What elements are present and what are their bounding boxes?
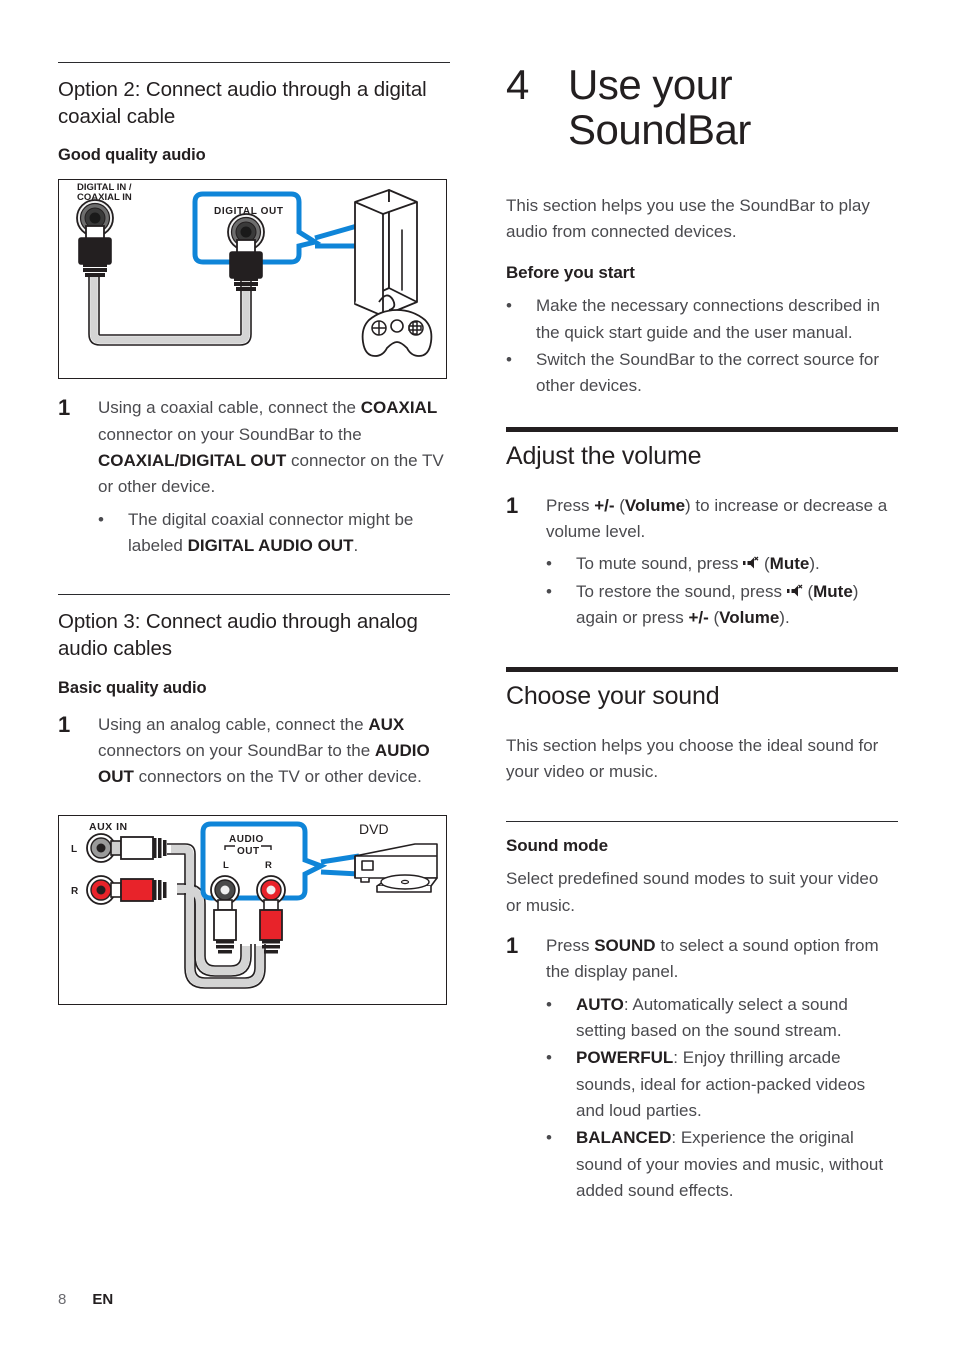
step-number: 1 [506, 932, 519, 958]
step-sound-mode-1: 1 Press SOUND to select a sound option f… [506, 933, 898, 986]
label-aux-right: R [71, 886, 79, 897]
bullet-text: The digital coaxial connector might be l… [128, 509, 414, 555]
bullet-dot-icon: • [546, 581, 552, 601]
list-item: • To mute sound, press (Mute). [546, 551, 898, 577]
label-audio-out-line2: OUT [237, 846, 260, 857]
heading-option-3: Option 3: Connect audio through analog a… [58, 610, 418, 660]
step-text: Press +/- (Volume) to increase or decrea… [546, 495, 888, 542]
list-item: • To restore the sound, press (Mute) aga… [546, 579, 898, 632]
step-volume-1: 1 Press +/- (Volume) to increase or decr… [506, 493, 898, 546]
bullet-text: Make the necessary connections described… [536, 296, 880, 342]
bullet-text: Switch the SoundBar to the correct sourc… [536, 350, 880, 396]
chapter-intro-text: This section helps you use the SoundBar … [506, 195, 870, 242]
chapter-number: 4 [506, 61, 530, 108]
figure-coaxial-connection: DIGITAL IN / COAXIAL IN DIGITAL OUT [58, 179, 447, 380]
manual-page: Option 2: Connect audio through a digita… [0, 0, 954, 1350]
label-aux-left: L [71, 844, 77, 855]
step-text: Press SOUND to select a sound option fro… [546, 935, 879, 982]
page-number: 8 [58, 1291, 67, 1308]
bullet-dot-icon: • [546, 1128, 552, 1148]
label-aux-in: AUX IN [89, 821, 128, 833]
list-item: • POWERFUL: Enjoy thrilling arcade sound… [546, 1045, 898, 1124]
list-item: • Switch the SoundBar to the correct sou… [506, 347, 898, 400]
label-audio-out-right: R [265, 860, 272, 871]
bullet-dot-icon: • [506, 350, 512, 370]
list-item: • The digital coaxial connector might be… [98, 507, 450, 560]
page-title: Use your SoundBar [568, 62, 751, 153]
heading-sound-mode: Sound mode [506, 836, 608, 856]
bullet-dot-icon: • [546, 1048, 552, 1068]
page-language: EN [92, 1291, 114, 1308]
bullet-text: To restore the sound, press (Mute) again… [576, 581, 859, 628]
label-digital-in-line2: COAXIAL IN [77, 192, 132, 203]
mute-icon [743, 556, 759, 570]
mute-icon [786, 584, 803, 598]
step-option3-1: 1 Using an analog cable, connect the AUX… [58, 712, 450, 791]
bullet-dot-icon: • [98, 509, 104, 529]
bullet-dot-icon: • [546, 554, 552, 574]
coaxial-diagram-svg: DIGITAL IN / COAXIAL IN DIGITAL OUT [76, 182, 433, 358]
chapter-title-line1: Use your [568, 61, 733, 108]
heading-adjust-the-volume: Adjust the volume [506, 441, 702, 470]
bullet-dot-icon: • [546, 994, 552, 1014]
divider-adjust-volume [506, 426, 898, 432]
step-number: 1 [506, 492, 519, 518]
caption-basic-quality-audio: Basic quality audio [58, 678, 207, 697]
list-item: • Make the necessary connections describ… [506, 293, 898, 346]
step-text: Using a coaxial cable, connect the COAXI… [98, 398, 444, 497]
right-column: 4 Use your SoundBar This section helps y… [506, 62, 898, 1205]
game-console-illustration [354, 189, 418, 318]
analog-diagram-svg: AUX IN L R AUDIO OUT L R DVD [71, 821, 438, 989]
caption-good-quality-audio: Good quality audio [58, 146, 206, 165]
label-dvd: DVD [359, 821, 389, 837]
step-number: 1 [58, 711, 71, 737]
list-item: • BALANCED: Experience the original soun… [546, 1125, 898, 1204]
label-audio-out-left: L [223, 860, 229, 871]
heading-choose-your-sound: Choose your sound [506, 681, 720, 710]
figure-analog-audio-connection: AUX IN L R AUDIO OUT L R DVD [58, 814, 447, 1005]
step-number: 1 [58, 395, 71, 421]
bullet-list-volume: • To mute sound, press (Mute). • To rest… [546, 551, 898, 631]
bullet-text: To mute sound, press (Mute). [576, 554, 820, 574]
bullet-list-option2: • The digital coaxial connector might be… [98, 507, 450, 560]
bullet-text: POWERFUL: Enjoy thrilling arcade sounds,… [576, 1048, 866, 1120]
step-text: Using an analog cable, connect the AUX c… [98, 714, 430, 787]
heading-before-you-start: Before you start [506, 263, 635, 283]
page-footer: 8 EN [58, 1291, 113, 1308]
chapter-title-line2: SoundBar [568, 106, 751, 154]
list-item: • AUTO: Automatically select a sound set… [546, 992, 898, 1045]
left-column: Option 2: Connect audio through a digita… [58, 62, 450, 1021]
bullet-list-sound-modes: • AUTO: Automatically select a sound set… [546, 992, 898, 1205]
choose-sound-intro-text: This section helps you choose the ideal … [506, 735, 879, 781]
sound-mode-intro-text: Select predefined sound modes to suit yo… [506, 869, 879, 915]
chapter-title-block: 4 Use your SoundBar [506, 62, 898, 153]
label-audio-out-line1: AUDIO [229, 834, 264, 845]
divider-option2 [58, 62, 450, 63]
heading-option-2: Option 2: Connect audio through a digita… [58, 78, 427, 128]
divider-choose-your-sound [506, 666, 898, 672]
bullet-dot-icon: • [506, 296, 512, 316]
bullet-list-before-you-start: • Make the necessary connections describ… [506, 293, 898, 399]
step-option2-1: 1 Using a coaxial cable, connect the COA… [58, 395, 450, 500]
bullet-text: BALANCED: Experience the original sound … [576, 1128, 884, 1200]
divider-option3 [58, 594, 450, 596]
divider-sound-mode [506, 821, 898, 823]
bullet-text: AUTO: Automatically select a sound setti… [576, 994, 848, 1040]
